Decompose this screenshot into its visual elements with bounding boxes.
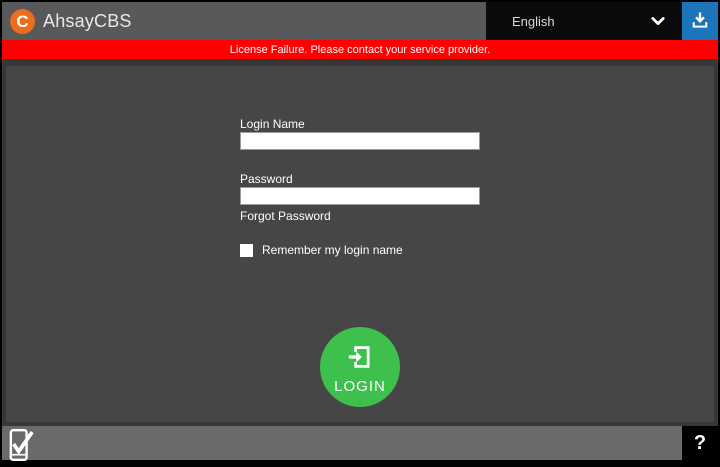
login-screen: C AhsayCBS English License Failure. Plea… [0,0,720,467]
login-button-label: LOGIN [334,377,386,395]
remember-login-label: Remember my login name [262,243,403,257]
login-enter-icon [345,342,375,375]
login-panel: Login Name Password Forgot Password Reme… [6,66,714,422]
login-name-input[interactable] [240,132,480,150]
remember-login-checkbox[interactable] [240,243,253,257]
question-mark-icon: ? [693,431,707,454]
license-error-banner: License Failure. Please contact your ser… [2,40,718,59]
download-button[interactable] [682,2,718,40]
ahsay-logo-icon: C [10,8,35,34]
mobile-check-icon[interactable] [9,428,34,465]
download-icon [690,10,710,33]
login-button[interactable]: LOGIN [320,327,400,407]
remember-login-row: Remember my login name [240,243,403,257]
main-area: Login Name Password Forgot Password Reme… [2,59,718,426]
forgot-password-link[interactable]: Forgot Password [240,209,331,223]
header-bar: C AhsayCBS English [2,2,718,40]
password-label: Password [240,172,293,186]
help-button[interactable]: ? [682,426,718,460]
page-title: AhsayCBS [43,10,132,31]
language-dropdown[interactable]: English [486,2,682,40]
password-input[interactable] [240,187,480,205]
header-controls: English [486,2,718,40]
app-logo: C AhsayCBS [2,8,132,34]
chevron-down-icon [648,11,668,31]
language-selected-label: English [512,13,555,29]
footer-bar: ? [2,426,718,462]
license-error-message: License Failure. Please contact your ser… [229,43,491,56]
login-name-label: Login Name [240,117,305,131]
